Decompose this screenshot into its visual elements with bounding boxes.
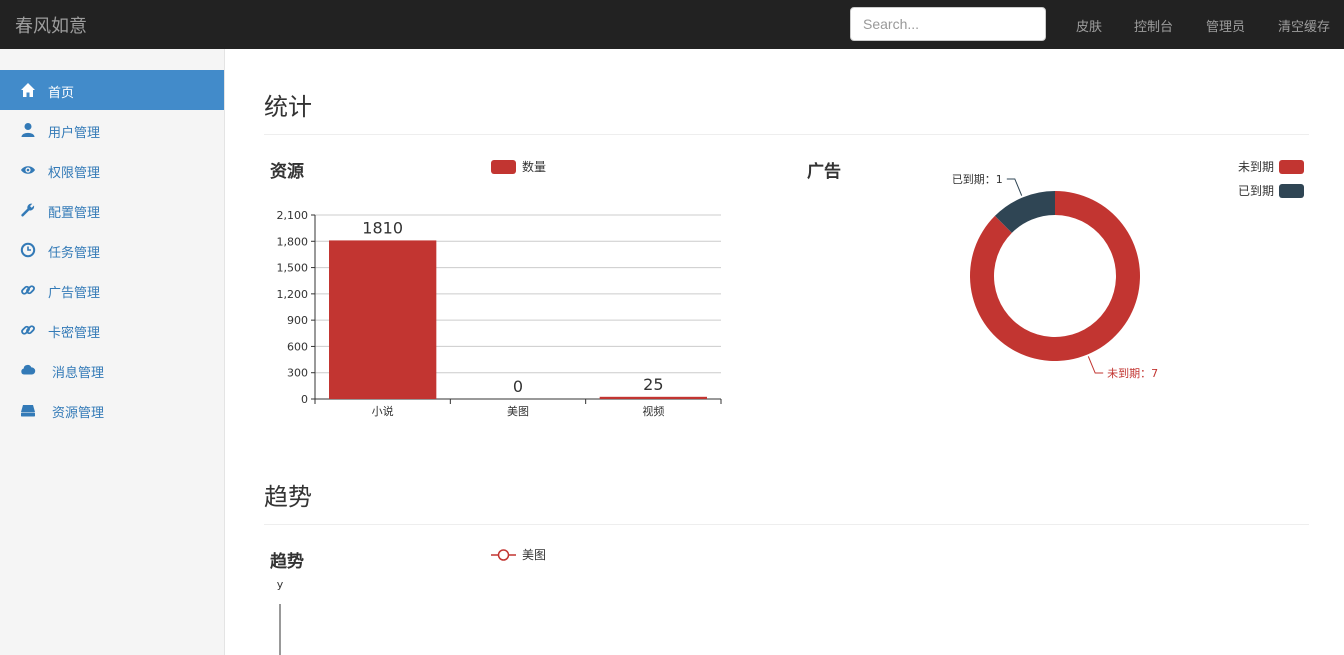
home-icon — [21, 83, 35, 97]
sidebar-item-label: 用户管理 — [48, 126, 101, 141]
bar-value-label: 1810 — [362, 218, 403, 237]
divider — [264, 524, 1309, 525]
pie-slice-label: 已到期：1 — [952, 173, 1003, 186]
nav-clear-cache[interactable]: 清空缓存 — [1278, 16, 1330, 35]
x-tick-label: 小说 — [372, 404, 394, 418]
y-tick-label: 300 — [287, 367, 308, 380]
line-chart-trend: 美图 y — [277, 548, 546, 655]
y-axis-label: y — [277, 578, 284, 591]
section-title-trend: 趋势 — [264, 483, 312, 511]
legend-label: 未到期 — [1238, 160, 1274, 174]
drive-icon — [21, 405, 35, 417]
legend-label: 美图 — [522, 548, 546, 562]
y-tick-label: 0 — [301, 393, 308, 406]
pie-leader-line — [1006, 178, 1023, 196]
section-title-stats: 统计 — [264, 93, 312, 121]
y-tick-label: 900 — [287, 314, 308, 327]
sidebar-item-config[interactable]: 配置管理 — [0, 190, 224, 230]
sidebar: 首页 用户管理 权限管理 配置管理 任务管理 广告管理 卡密管理 消息管理 资源… — [0, 49, 225, 655]
chart-title-ads: 广告 — [807, 162, 841, 182]
eye-icon — [21, 166, 35, 174]
sidebar-item-label: 配置管理 — [48, 206, 101, 221]
sidebar-item-permissions[interactable]: 权限管理 — [0, 150, 224, 190]
bar-value-label: 0 — [513, 377, 523, 396]
sidebar-item-ads[interactable]: 广告管理 — [0, 270, 224, 310]
sidebar-item-label: 资源管理 — [52, 406, 105, 421]
divider — [264, 134, 1309, 135]
clock-icon — [20, 242, 36, 258]
pie-chart-ads: 未到期：7 已到期：1 未到期已到期 — [952, 160, 1304, 380]
sidebar-item-cards[interactable]: 卡密管理 — [0, 310, 224, 350]
nav-admin[interactable]: 管理员 — [1206, 16, 1245, 35]
sidebar-item-label: 卡密管理 — [48, 326, 101, 341]
nav-skin[interactable]: 皮肤 — [1076, 16, 1102, 35]
cloud-icon — [21, 364, 36, 375]
search-input[interactable] — [850, 7, 1046, 41]
pie-leader-line — [1087, 356, 1104, 374]
brand-logo[interactable]: 春风如意 — [15, 12, 87, 38]
legend-swatch — [1279, 184, 1304, 198]
sidebar-item-label: 任务管理 — [48, 246, 101, 261]
pie-slice-label: 未到期：7 — [1107, 367, 1158, 380]
user-icon — [21, 123, 35, 137]
sidebar-item-label: 消息管理 — [52, 366, 105, 381]
sidebar-item-tasks[interactable]: 任务管理 — [0, 230, 224, 270]
nav-console[interactable]: 控制台 — [1134, 16, 1173, 35]
legend-label: 已到期 — [1238, 184, 1274, 198]
y-tick-label: 1,500 — [277, 262, 309, 275]
legend-marker — [497, 549, 510, 561]
bar-value-label: 25 — [643, 375, 663, 394]
sidebar-item-label: 广告管理 — [48, 286, 101, 301]
y-tick-label: 1,800 — [277, 235, 309, 248]
wrench-icon — [21, 203, 35, 217]
link-icon — [21, 325, 35, 335]
y-tick-label: 1,200 — [277, 288, 309, 301]
legend-label: 数量 — [522, 159, 546, 174]
y-tick-label: 2,100 — [277, 209, 309, 222]
bar — [329, 240, 437, 399]
bar — [599, 396, 707, 399]
legend-swatch — [491, 160, 516, 174]
x-tick-label: 美图 — [507, 405, 529, 418]
top-navbar: 春风如意 皮肤 控制台 管理员 清空缓存 — [0, 0, 1344, 49]
sidebar-item-label: 首页 — [48, 86, 75, 101]
legend-swatch — [1279, 160, 1304, 174]
link-icon — [21, 285, 35, 295]
sidebar-item-messages[interactable]: 消息管理 — [0, 350, 224, 390]
bar-chart-resources: 数量 0 300 600 900 1,200 1,500 1,800 2,100 1810 小说 0 美… — [277, 159, 722, 418]
y-tick-label: 600 — [287, 340, 308, 353]
sidebar-item-users[interactable]: 用户管理 — [0, 110, 224, 150]
sidebar-item-home[interactable]: 首页 — [0, 70, 224, 110]
x-tick-label: 视频 — [642, 404, 664, 418]
sidebar-item-label: 权限管理 — [48, 166, 101, 181]
sidebar-item-resources[interactable]: 资源管理 — [0, 390, 224, 430]
